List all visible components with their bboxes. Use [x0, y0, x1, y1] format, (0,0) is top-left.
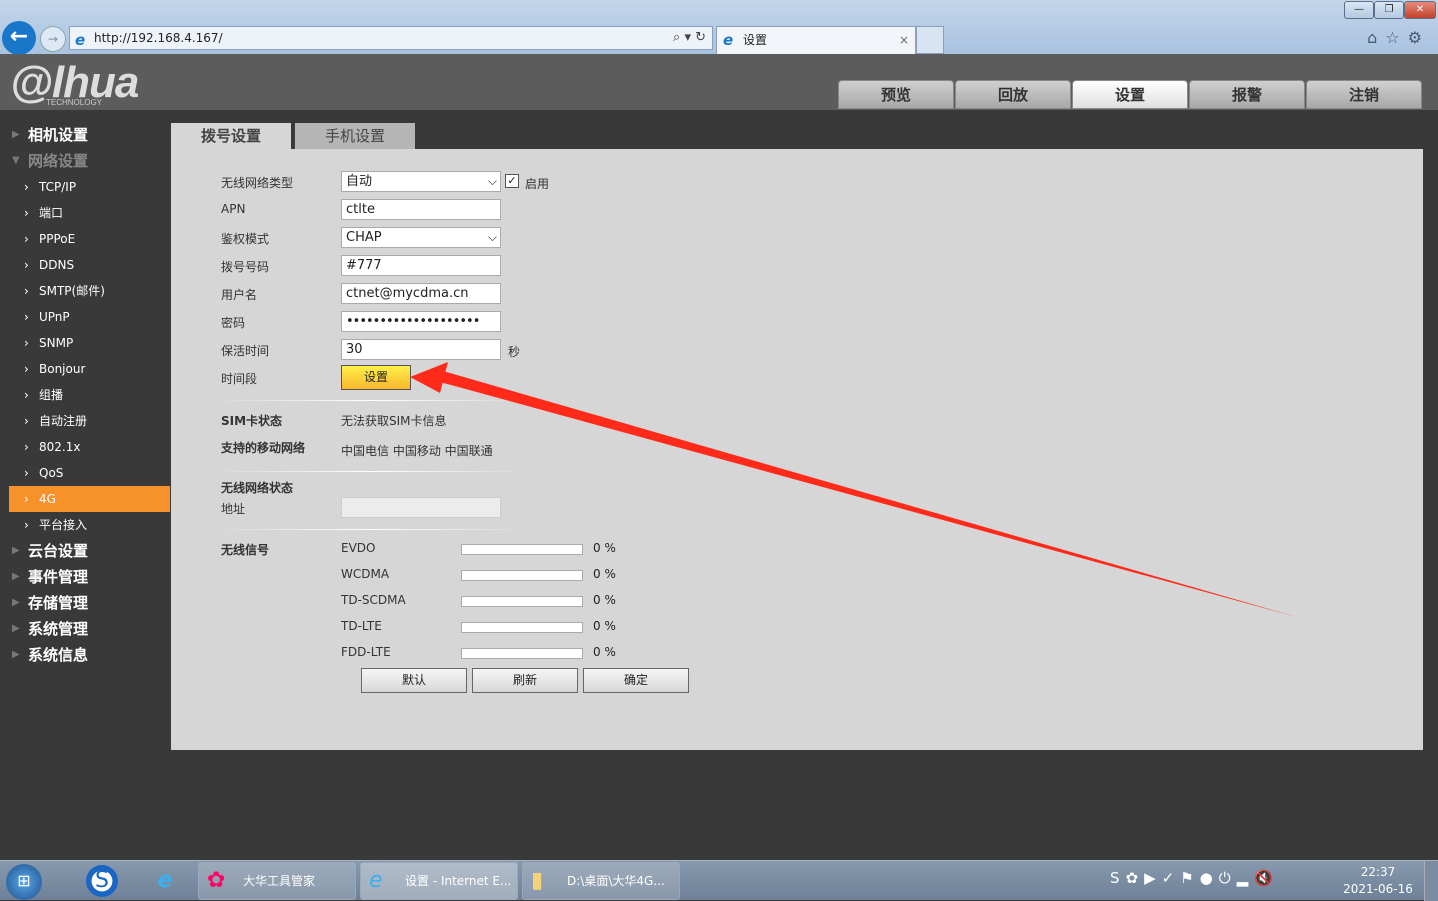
taskbar-item-ie[interactable]: e 设置 - Internet E...	[360, 862, 518, 900]
ie-icon: e	[369, 868, 383, 893]
folder-icon: ▮	[531, 868, 544, 893]
taskbar-label: 设置 - Internet E...	[405, 874, 512, 888]
annotation-arrow	[410, 362, 1300, 618]
app-icon: ✿	[207, 868, 226, 893]
system-tray-icons[interactable]: S✿▶✓⚑●⏻▂🔇	[1110, 869, 1279, 887]
arrow-shaft	[440, 371, 1300, 618]
start-button[interactable]: ⊞	[6, 864, 42, 900]
clock[interactable]: 22:37 2021-06-16	[1340, 864, 1416, 898]
taskbar-label: D:\桌面\大华4G...	[567, 874, 665, 888]
taskbar: ⊞ S e ✿ 大华工具管家 e 设置 - Internet E... ▮ D:\桌面…	[0, 860, 1438, 901]
date: 2021-06-16	[1343, 882, 1413, 896]
sogou-browser-icon[interactable]: S	[86, 865, 118, 897]
taskbar-item-dahua-tool[interactable]: ✿ 大华工具管家	[198, 862, 356, 900]
show-desktop-button[interactable]	[1424, 861, 1438, 901]
time: 22:37	[1360, 865, 1396, 879]
arrow-head	[410, 362, 448, 393]
taskbar-label: 大华工具管家	[243, 874, 316, 888]
taskbar-item-explorer[interactable]: ▮ D:\桌面\大华4G...	[522, 862, 680, 900]
ie-icon[interactable]: e	[148, 865, 182, 897]
